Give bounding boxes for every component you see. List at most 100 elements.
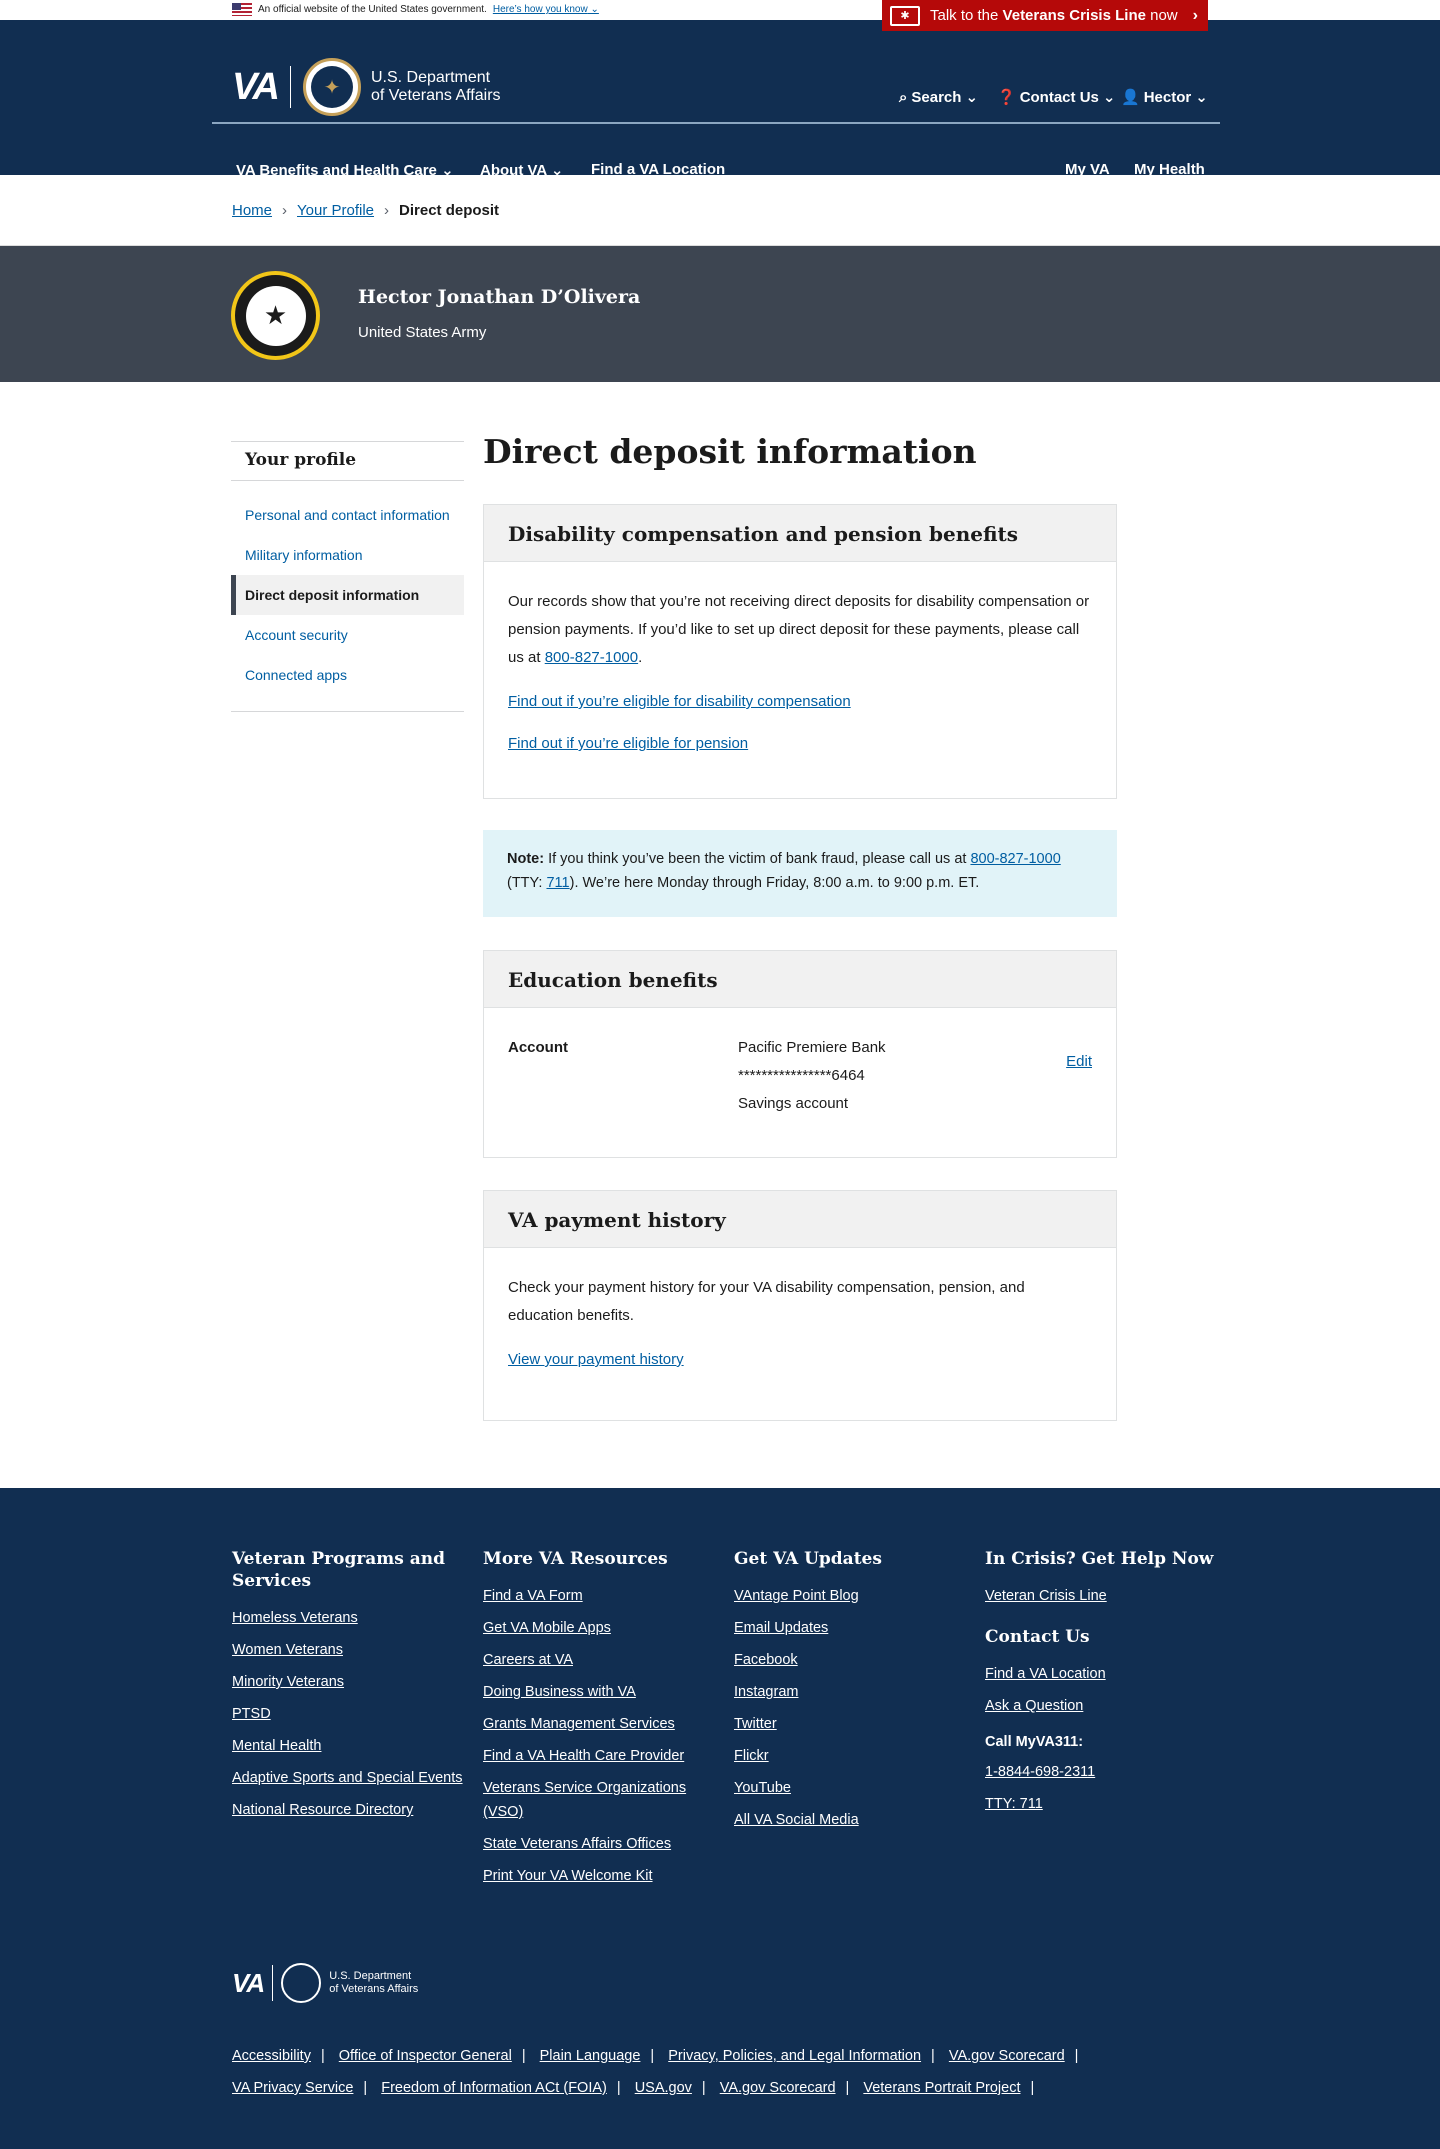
footer-link[interactable]: State Veterans Affairs Offices [483,1836,671,1852]
nav-find-location[interactable]: Find a VA Location [591,161,725,178]
chevron-down-icon: ⌄ [550,162,564,179]
breadcrumb-current: Direct deposit [399,201,500,219]
eligible-disability-link[interactable]: Find out if you’re eligible for disabili… [508,693,851,710]
footer-link[interactable]: Email Updates [734,1620,828,1636]
footer-phone-link[interactable]: 1-8844-698-2311 [985,1764,1095,1780]
service-branch: United States Army [358,324,487,341]
footer-link[interactable]: PTSD [232,1706,271,1722]
breadcrumb: Home › Your Profile › Direct deposit [232,201,500,219]
contact-us-menu-button[interactable]: ❓ Contact Us ⌄ [997,88,1116,107]
question-circle-icon: ❓ [997,89,1016,106]
footer-link[interactable]: Facebook [734,1652,798,1668]
va-logo[interactable]: VA ✦ U.S. Department of Veterans Affairs [232,58,501,116]
eligible-pension-link[interactable]: Find out if you’re eligible for pension [508,735,748,752]
heres-how-you-know-link[interactable]: Here’s how you know ⌄ [493,4,599,15]
footer-link[interactable]: Flickr [734,1748,769,1764]
sidenav-item-connected-apps[interactable]: Connected apps [231,655,464,695]
footer-bottom-link[interactable]: USA.gov [635,2080,692,2096]
tty-link[interactable]: 711 [546,875,569,891]
footer-link[interactable]: Twitter [734,1716,777,1732]
account-label: Account [508,1039,568,1056]
footer-va-logo[interactable]: VA U.S. Department of Veterans Affairs [232,1963,418,2003]
nav-benefits-health-care[interactable]: VA Benefits and Health Care ⌄ [236,161,454,179]
sidenav-title: Your profile [231,442,464,481]
veterans-crisis-line-button[interactable]: ✱ Talk to the Veterans Crisis Line now › [882,0,1208,31]
site-footer: Veteran Programs and Services Homeless V… [0,1488,1440,2149]
footer-link[interactable]: Grants Management Services [483,1716,675,1732]
search-menu-button[interactable]: ⌕ Search ⌄ [899,88,979,107]
edit-account-button[interactable]: Edit [1066,1048,1092,1076]
footer-bottom-link[interactable]: Plain Language [540,2048,641,2064]
va-seal-icon: ✦ [302,58,361,116]
footer-link[interactable]: Veterans Service Organizations (VSO) [483,1780,686,1820]
va-seal-icon [281,1963,322,2003]
chevron-down-icon: ⌄ [1102,89,1116,106]
footer-crisis-line-link[interactable]: Veteran Crisis Line [985,1588,1107,1604]
footer-link[interactable]: VAntage Point Blog [734,1588,859,1604]
bank-fraud-note: Note: If you think you’ve been the victi… [483,830,1117,917]
chevron-down-icon: ⌄ [590,4,599,15]
page-title: Direct deposit information [483,432,977,471]
footer-link[interactable]: Careers at VA [483,1652,573,1668]
veteran-name: Hector Jonathan D’Olivera [358,286,641,308]
footer-link[interactable]: Mental Health [232,1738,321,1754]
footer-link[interactable]: Print Your VA Welcome Kit [483,1868,653,1884]
nav-about-va[interactable]: About VA ⌄ [480,161,563,179]
chevron-right-icon: › [1192,6,1198,24]
footer-link[interactable]: Homeless Veterans [232,1610,358,1626]
breadcrumb-home[interactable]: Home [232,202,272,219]
call-myva311-label: Call MyVA311: [985,1734,1084,1750]
site-header: VA ✦ U.S. Department of Veterans Affairs … [0,20,1440,179]
footer-bottom-link[interactable]: Freedom of Information ACt (FOIA) [381,2080,607,2096]
footer-link[interactable]: Find a VA Form [483,1588,583,1604]
footer-bottom-link[interactable]: VA.gov Scorecard [949,2048,1065,2064]
chevron-down-icon: ⌄ [441,162,454,179]
footer-crisis-contact: In Crisis? Get Help Now Veteran Crisis L… [985,1548,1225,1824]
sidenav-item-direct-deposit[interactable]: Direct deposit information [231,575,464,615]
footer-tty-link[interactable]: TTY: 711 [985,1796,1043,1812]
footer-bottom-link[interactable]: VA.gov Scorecard [720,2080,836,2096]
chevron-down-icon: ⌄ [965,89,979,106]
footer-link[interactable]: Find a VA Location [985,1666,1106,1682]
footer-link[interactable]: YouTube [734,1780,791,1796]
footer-link[interactable]: Adaptive Sports and Special Events [232,1770,463,1786]
payment-history-card: VA payment history Check your payment hi… [483,1190,1117,1421]
search-icon: ⌕ [899,88,908,106]
footer-link[interactable]: Women Veterans [232,1642,343,1658]
view-payment-history-link[interactable]: View your payment history [508,1351,684,1368]
footer-link[interactable]: Get VA Mobile Apps [483,1620,611,1636]
breadcrumb-profile[interactable]: Your Profile [297,202,374,219]
footer-link[interactable]: Ask a Question [985,1698,1083,1714]
account-type: Savings account [738,1095,849,1112]
profile-sidenav: Your profile Personal and contact inform… [231,441,464,712]
footer-link[interactable]: Instagram [734,1684,798,1700]
phone-link[interactable]: 800-827-1000 [545,649,638,666]
footer-link[interactable]: Minority Veterans [232,1674,344,1690]
sidenav-item-account-security[interactable]: Account security [231,615,464,655]
disability-pension-card: Disability compensation and pension bene… [483,504,1117,799]
footer-bottom-link[interactable]: Accessibility [232,2048,311,2064]
footer-bottom-links-row2: VA Privacy Service | Freedom of Informati… [232,2080,1035,2096]
footer-va-updates: Get VA Updates VAntage Point Blog Email … [734,1549,882,1828]
footer-link[interactable]: National Resource Directory [232,1802,413,1818]
main-content: Your profile Personal and contact inform… [0,382,1440,1488]
fraud-phone-link[interactable]: 800-827-1000 [970,851,1060,867]
footer-link[interactable]: Find a VA Health Care Provider [483,1748,684,1764]
footer-bottom-link[interactable]: Privacy, Policies, and Legal Information [668,2048,921,2064]
footer-veteran-programs: Veteran Programs and Services Homeless V… [232,1549,463,1818]
footer-link[interactable]: All VA Social Media [734,1812,859,1828]
footer-bottom-link[interactable]: Veterans Portrait Project [863,2080,1020,2096]
nav-my-va[interactable]: My VA [1065,161,1110,178]
sidenav-item-personal-contact[interactable]: Personal and contact information [231,495,464,535]
nav-my-health[interactable]: My Health [1134,161,1205,178]
user-menu-button[interactable]: 👤 Hector ⌄ [1121,88,1208,107]
crisis-line-icon: ✱ [890,5,920,26]
footer-bottom-link[interactable]: VA Privacy Service [232,2080,353,2096]
footer-link[interactable]: Doing Business with VA [483,1684,636,1700]
profile-hero: ★ Hector Jonathan D’Olivera United State… [0,245,1440,382]
sidenav-item-military[interactable]: Military information [231,535,464,575]
us-flag-icon [232,3,252,16]
footer-bottom-link[interactable]: Office of Inspector General [339,2048,512,2064]
card-title: Education benefits [484,951,1116,1008]
army-seal-icon: ★ [231,271,320,360]
